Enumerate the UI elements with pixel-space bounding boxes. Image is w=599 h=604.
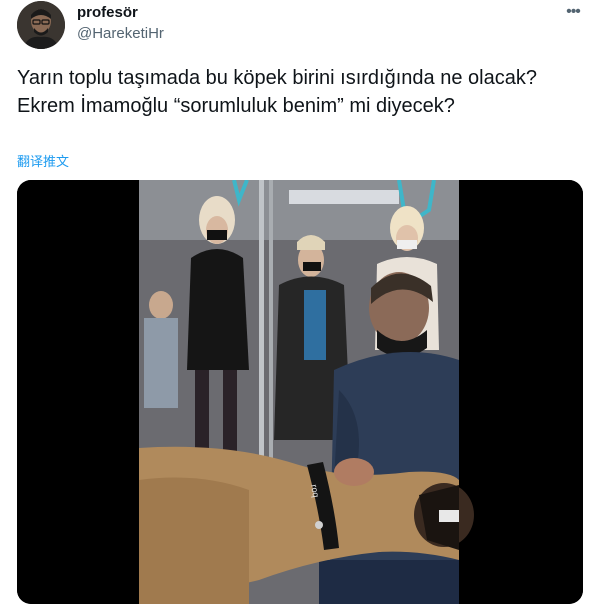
tweet-card[interactable]: profesör @HareketiHr ••• Yarın toplu taş…: [0, 0, 599, 604]
video-frame[interactable]: roq: [17, 180, 583, 604]
translate-tweet-link[interactable]: 翻译推文: [17, 151, 69, 170]
avatar[interactable]: [17, 1, 65, 49]
video-frame-image: roq: [17, 180, 583, 604]
author-display-name[interactable]: profesör: [77, 4, 138, 21]
avatar-portrait-icon: [17, 1, 65, 49]
tweet-text: Yarın toplu taşımada bu köpek birini ısı…: [17, 67, 537, 117]
more-dots-icon[interactable]: •••: [563, 4, 583, 20]
author-handle[interactable]: @HareketiHr: [77, 25, 164, 42]
